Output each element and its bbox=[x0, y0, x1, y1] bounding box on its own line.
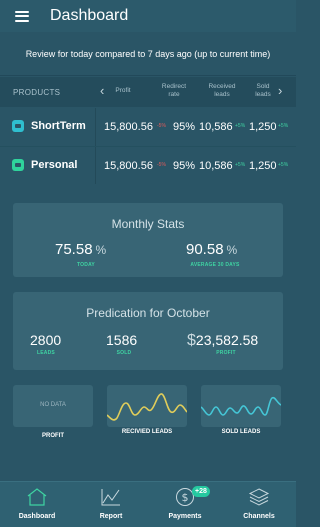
sold-leads-mini-chart[interactable] bbox=[201, 385, 281, 427]
profit-label: PROFIT bbox=[216, 350, 236, 356]
chevron-left-icon[interactable]: ‹ bbox=[100, 84, 104, 97]
profit-mini-chart[interactable]: NO DATA bbox=[13, 385, 93, 427]
nav-label: Payments bbox=[168, 513, 202, 520]
products-table-header: PRODUCTS ‹ Profit Redirect rate Received l… bbox=[0, 77, 296, 107]
received-leads-mini-chart[interactable] bbox=[107, 385, 187, 427]
column-header-redirect-rate: Redirect rate bbox=[161, 83, 187, 98]
prediction-card[interactable]: Predication for October 2800 LEADS 1586 … bbox=[13, 292, 283, 370]
average-stat: 90.58% bbox=[186, 241, 238, 258]
product-row-shortterm[interactable]: ShortTerm 15,800.56 -5% 95% 10,586 +5% 1… bbox=[0, 108, 296, 146]
hamburger-menu-icon bbox=[15, 10, 29, 22]
nav-label: Dashboard bbox=[18, 513, 56, 520]
nav-channels[interactable]: Channels bbox=[222, 482, 296, 527]
menu-button[interactable] bbox=[0, 0, 44, 32]
nav-dashboard[interactable]: Dashboard bbox=[0, 482, 74, 527]
profit-mini-label: PROFIT bbox=[42, 433, 64, 439]
sold-leads-delta: +5% bbox=[278, 123, 289, 129]
product-row-personal[interactable]: Personal 15,800.56 -5% 95% 10,586 +5% 1,… bbox=[0, 146, 296, 185]
today-label: TODAY bbox=[77, 262, 95, 268]
sold-leads-value: 1,250 bbox=[249, 160, 277, 172]
redirect-rate-value: 95% bbox=[173, 160, 196, 172]
leads-prediction: 2800 bbox=[30, 332, 62, 348]
product-name: ShortTerm bbox=[31, 120, 86, 132]
page-title: Dashboard bbox=[50, 7, 129, 24]
received-leads-value: 10,586 bbox=[199, 160, 233, 172]
layers-icon bbox=[248, 488, 270, 506]
column-header-sold-leads: Sold leads bbox=[255, 83, 271, 98]
sold-leads-delta: +5% bbox=[278, 162, 289, 168]
nav-report[interactable]: Report bbox=[74, 482, 148, 527]
nav-label: Channels bbox=[243, 513, 275, 520]
nav-label: Report bbox=[99, 513, 123, 520]
bottom-navigation: Dashboard Report $ +28 Payments Channels bbox=[0, 481, 296, 527]
home-icon bbox=[27, 488, 47, 506]
chevron-right-icon[interactable]: › bbox=[278, 84, 282, 97]
column-header-received-leads: Received leads bbox=[208, 83, 236, 98]
nav-payments[interactable]: $ +28 Payments bbox=[148, 482, 222, 527]
product-icon bbox=[12, 159, 24, 171]
profit-value: 15,800.56 bbox=[104, 160, 153, 172]
review-caption: Review for today compared to 7 days ago … bbox=[0, 32, 296, 76]
sold-prediction: 1586 bbox=[106, 332, 138, 348]
monthly-stats-card[interactable]: Monthly Stats 75.58% TODAY 90.58% AVERAG… bbox=[13, 203, 283, 277]
sold-label: SOLD bbox=[116, 350, 132, 356]
received-leads-sparkline bbox=[107, 393, 187, 421]
average-label: AVERAGE 30 DAYS bbox=[190, 262, 240, 268]
received-leads-delta: +5% bbox=[235, 162, 246, 168]
line-chart-icon bbox=[101, 489, 120, 506]
received-leads-mini-label: RECIVIED LEADS bbox=[121, 429, 173, 435]
profit-value: 15,800.56 bbox=[104, 121, 153, 133]
profit-delta: -5% bbox=[157, 162, 166, 168]
sold-leads-value: 1,250 bbox=[249, 121, 277, 133]
products-label: PRODUCTS bbox=[13, 88, 61, 97]
sold-leads-mini-label: SOLD LEADS bbox=[221, 429, 261, 435]
profit-delta: -5% bbox=[157, 123, 166, 129]
payments-badge: +28 bbox=[192, 486, 210, 497]
column-header-profit: Profit bbox=[115, 87, 131, 94]
card-title: Monthly Stats bbox=[111, 217, 185, 231]
sold-leads-sparkline bbox=[201, 396, 281, 416]
received-leads-value: 10,586 bbox=[199, 121, 233, 133]
app-header: Dashboard bbox=[0, 0, 296, 32]
no-data-placeholder: NO DATA bbox=[40, 402, 66, 408]
card-title: Predication for October bbox=[86, 306, 210, 320]
leads-label: LEADS bbox=[37, 350, 55, 356]
redirect-rate-value: 95% bbox=[173, 121, 196, 133]
received-leads-delta: +5% bbox=[235, 123, 246, 129]
product-icon bbox=[12, 120, 24, 132]
profit-prediction: $23,582.58 bbox=[187, 332, 259, 349]
today-stat: 75.58% bbox=[55, 241, 107, 258]
svg-text:$: $ bbox=[182, 491, 189, 504]
product-name: Personal bbox=[31, 159, 78, 171]
